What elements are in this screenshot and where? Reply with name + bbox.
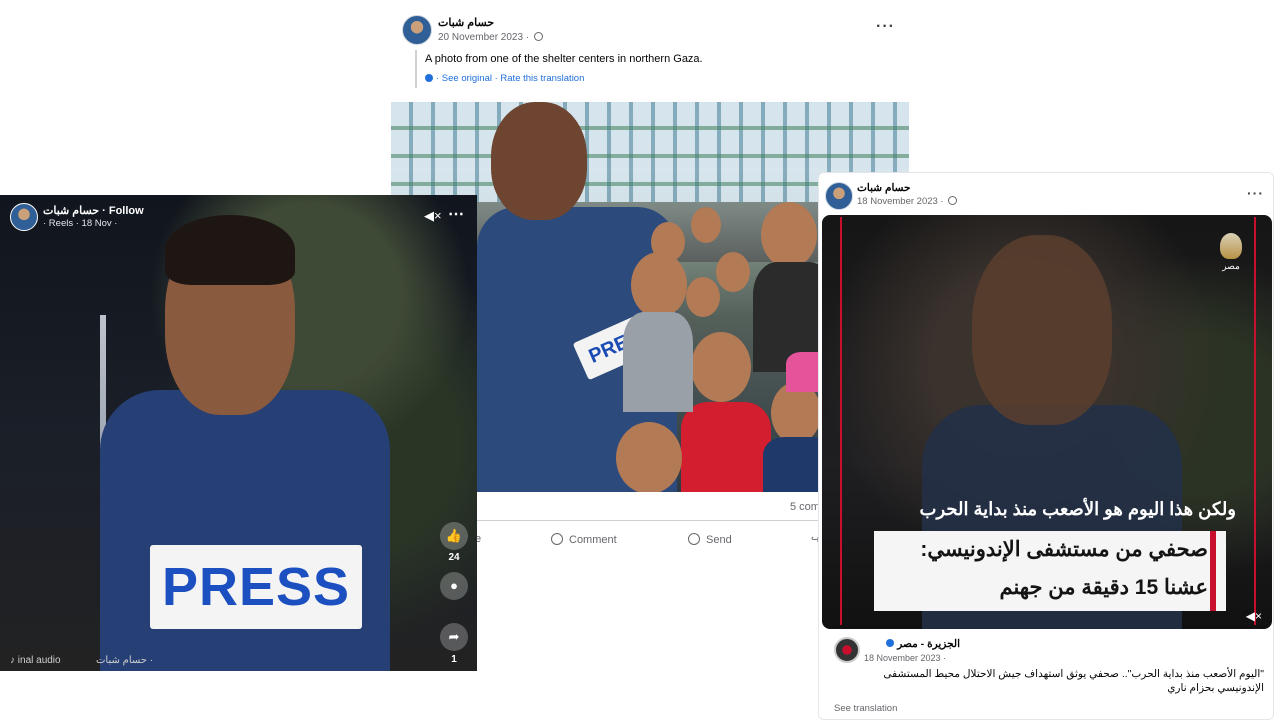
comment-icon	[551, 533, 563, 545]
audio-label[interactable]: ♪ inal audio	[10, 655, 61, 666]
video-caption-line1: صحفي من مستشفى الإندونيسي:	[920, 538, 1208, 561]
post-date-text[interactable]: 18 November 2023 ·	[857, 196, 944, 207]
send-label[interactable]: Send	[706, 534, 732, 546]
journalist-head	[491, 102, 587, 220]
video-caption-top: ولكن هذا اليوم هو الأصعب منذ بداية الحرب	[919, 499, 1236, 519]
video-caption-box: صحفي من مستشفى الإندونيسي: عشنا 15 دقيقة…	[874, 531, 1226, 611]
aljazeera-logo-mark	[1220, 233, 1242, 259]
shared-date[interactable]: 18 November 2023 ·	[864, 653, 946, 663]
child-face	[716, 252, 750, 292]
volume-muted-icon[interactable]: ◀×	[424, 208, 442, 224]
comments-count[interactable]: 5 com	[790, 501, 820, 513]
shared-page-name[interactable]: الجزيرة - مصر	[870, 638, 960, 650]
video-player[interactable]: مصر ولكن هذا اليوم هو الأصعب منذ بداية ا…	[822, 215, 1272, 629]
post-text: A photo from one of the shelter centers …	[425, 53, 703, 65]
globe-icon	[533, 32, 543, 41]
video-caption-line2: عشنا 15 دقيقة من جهنم	[999, 576, 1208, 599]
child-face	[631, 252, 687, 318]
author-avatar[interactable]	[825, 182, 853, 210]
author-follow[interactable]: حسام شبات · Follow	[43, 204, 144, 217]
journalist-hair	[165, 215, 295, 285]
shared-post-attribution: الجزيرة - مصر 18 November 2023 · "اليوم …	[822, 631, 1272, 719]
post-date[interactable]: 18 November 2023 ·	[857, 196, 958, 207]
share-icon[interactable]: ➦	[440, 623, 468, 651]
author-name[interactable]: حسام شبات	[857, 182, 911, 194]
translation-links[interactable]: · See original · Rate this translation	[425, 73, 885, 84]
audio-icon: ♪	[10, 655, 18, 666]
child-face	[616, 422, 682, 492]
more-options-button[interactable]: ⋯	[448, 204, 464, 224]
post-card-shared-video: حسام شبات 18 November 2023 · ··· مصر ولك…	[818, 172, 1274, 720]
audio-text[interactable]: inal audio	[18, 655, 61, 666]
shared-page-name-text[interactable]: الجزيرة - مصر	[897, 638, 960, 650]
more-options-button[interactable]: ···	[876, 18, 895, 36]
messenger-icon	[688, 533, 700, 545]
share-count: 1	[451, 654, 457, 665]
child-face	[761, 202, 817, 268]
comment-button[interactable]: Comment	[551, 533, 617, 546]
gear-icon	[425, 74, 433, 82]
aljazeera-logo: مصر	[1216, 233, 1246, 272]
reel-meta: · Reels · 18 Nov ·	[43, 218, 118, 229]
like-icon[interactable]: 👍	[440, 522, 468, 550]
author-avatar[interactable]	[10, 203, 38, 231]
send-button[interactable]: Send	[688, 533, 732, 546]
shared-post-text: "اليوم الأصعب منذ بداية الحرب".. صحفي يو…	[883, 668, 1264, 694]
press-vest-label: PRESS	[150, 545, 362, 629]
post-date-text[interactable]: 20 November 2023 ·	[438, 32, 529, 43]
translation-links-text[interactable]: · See original · Rate this translation	[436, 73, 584, 84]
verified-badge-icon	[886, 639, 895, 647]
child-face	[691, 332, 751, 402]
translated-text-block: A photo from one of the shelter centers …	[415, 50, 885, 88]
post-date[interactable]: 20 November 2023 ·	[438, 32, 543, 43]
comment-icon[interactable]: ●	[440, 572, 468, 600]
caption-accent	[1210, 531, 1216, 611]
child-face	[691, 207, 721, 243]
globe-icon	[948, 196, 958, 205]
reel-video-card[interactable]: PRESS حسام شبات · Follow · Reels · 18 No…	[0, 195, 477, 671]
child-red-hoodie	[681, 402, 771, 492]
child-face	[686, 277, 720, 317]
author-name[interactable]: حسام شبات	[438, 16, 494, 29]
child-face	[651, 222, 685, 262]
like-count: 24	[448, 552, 460, 563]
aljazeera-page-avatar[interactable]	[834, 637, 860, 663]
child-shirt	[623, 312, 693, 412]
more-options-button[interactable]: ···	[1247, 185, 1264, 201]
reel-owner[interactable]: حسام شبات ·	[96, 655, 153, 666]
aljazeera-logo-text: مصر	[1222, 261, 1240, 271]
comment-label[interactable]: Comment	[569, 534, 617, 546]
see-translation-link[interactable]: See translation	[834, 703, 897, 714]
author-avatar[interactable]	[402, 15, 432, 45]
volume-muted-icon[interactable]: ◀×	[1246, 609, 1262, 623]
